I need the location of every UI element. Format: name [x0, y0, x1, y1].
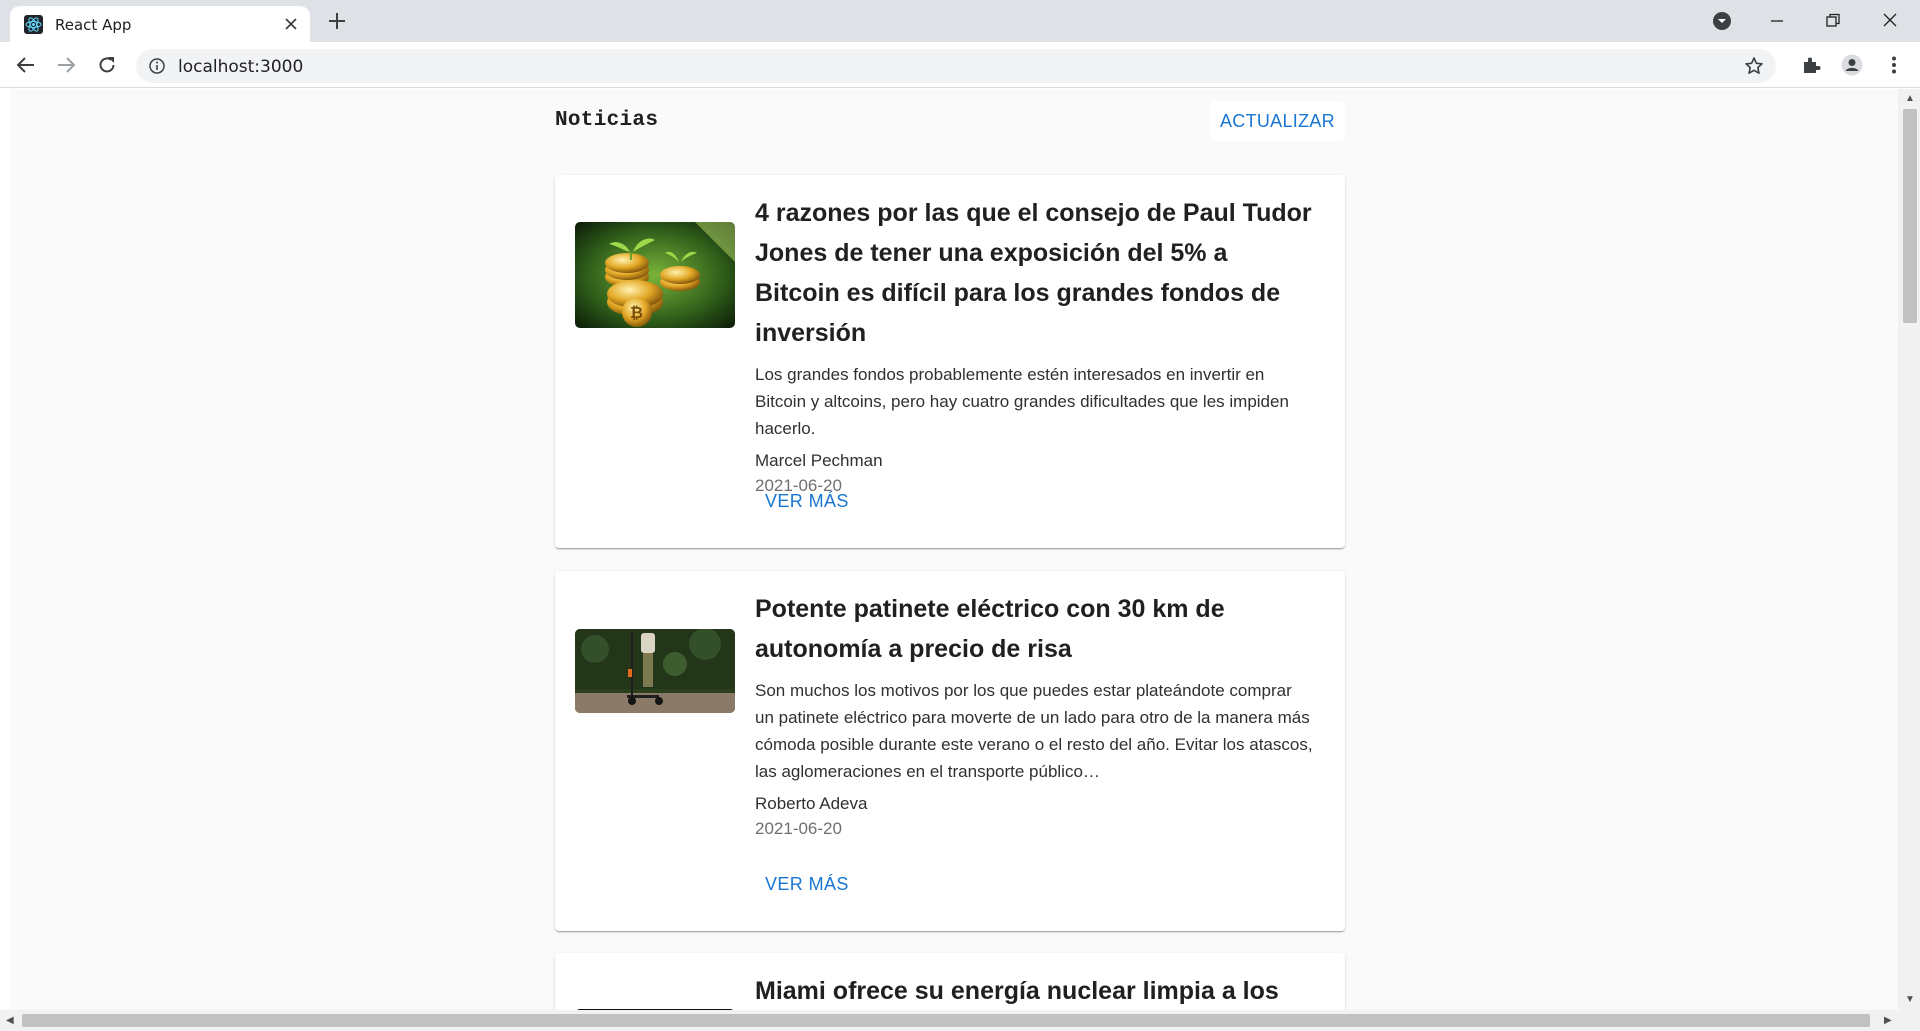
- vertical-scrollbar[interactable]: ▲ ▼: [1898, 89, 1920, 1010]
- menu-kebab-icon[interactable]: [1883, 54, 1905, 76]
- profile-avatar-icon[interactable]: [1841, 54, 1863, 76]
- bookmark-star-icon[interactable]: [1744, 56, 1764, 76]
- article-author: Roberto Adeva: [755, 794, 868, 813]
- article-body: Miami ofrece su energía nuclear limpia a…: [755, 971, 1315, 1010]
- scroll-left-icon[interactable]: ◀: [6, 1015, 14, 1026]
- read-more-button[interactable]: VER MÁS: [765, 491, 849, 512]
- browser-toolbar: localhost:3000: [0, 42, 1920, 88]
- forward-icon[interactable]: [54, 53, 78, 77]
- extensions-icon[interactable]: [1800, 54, 1822, 76]
- page-header: Noticias ACTUALIZAR: [555, 89, 1345, 175]
- page-title: Noticias: [555, 109, 659, 132]
- close-tab-icon[interactable]: [282, 15, 300, 33]
- scroll-up-icon[interactable]: ▲: [1905, 93, 1915, 104]
- restore-icon[interactable]: [1820, 8, 1846, 34]
- site-info-icon[interactable]: [148, 57, 166, 75]
- article-description: Los grandes fondos probablemente estén i…: [755, 365, 1289, 438]
- url-text: localhost:3000: [178, 57, 304, 77]
- article-author: Marcel Pechman: [755, 451, 883, 470]
- vertical-scroll-thumb[interactable]: [1903, 109, 1917, 323]
- browser-tab[interactable]: React App: [10, 6, 310, 42]
- back-icon[interactable]: [14, 53, 38, 77]
- page-viewport: Noticias ACTUALIZAR ₿ 4 razones por las …: [0, 89, 1898, 1010]
- svg-text:₿: ₿: [630, 303, 643, 322]
- news-page: Noticias ACTUALIZAR ₿ 4 razones por las …: [555, 89, 1345, 1010]
- article-card: Miami ofrece su energía nuclear limpia a…: [555, 953, 1345, 1010]
- address-bar[interactable]: localhost:3000: [136, 49, 1776, 83]
- scroll-right-icon[interactable]: ▶: [1884, 1015, 1892, 1026]
- reload-icon[interactable]: [95, 53, 119, 77]
- article-body: 4 razones por las que el consejo de Paul…: [755, 193, 1315, 499]
- article-date: 2021-06-20: [755, 819, 842, 838]
- new-tab-icon[interactable]: [326, 10, 348, 32]
- tab-title: React App: [55, 16, 132, 34]
- article-title[interactable]: 4 razones por las que el consejo de Paul…: [755, 193, 1315, 353]
- article-title[interactable]: Miami ofrece su energía nuclear limpia a…: [755, 971, 1315, 1010]
- article-title[interactable]: Potente patinete eléctrico con 30 km de …: [755, 589, 1315, 669]
- scroll-down-icon[interactable]: ▼: [1905, 994, 1915, 1005]
- electric-scooter-image: [575, 629, 735, 713]
- bitcoin-coins-plant-image: ₿: [575, 222, 735, 328]
- refresh-button[interactable]: ACTUALIZAR: [1209, 101, 1345, 141]
- tab-search-icon[interactable]: [1709, 8, 1735, 34]
- minimize-icon[interactable]: [1764, 8, 1790, 34]
- react-logo-icon: [24, 15, 43, 34]
- browser-tabstrip: React App: [0, 0, 1920, 42]
- read-more-button[interactable]: VER MÁS: [765, 874, 849, 895]
- article-description: Son muchos los motivos por los que puede…: [755, 681, 1313, 781]
- article-body: Potente patinete eléctrico con 30 km de …: [755, 589, 1315, 842]
- horizontal-scroll-thumb[interactable]: [22, 1014, 1870, 1027]
- horizontal-scrollbar[interactable]: ◀ ▶: [0, 1010, 1898, 1031]
- article-card: ₿ 4 razones por las que el consejo de Pa…: [555, 175, 1345, 548]
- article-card: Potente patinete eléctrico con 30 km de …: [555, 571, 1345, 931]
- close-window-icon[interactable]: [1877, 8, 1903, 34]
